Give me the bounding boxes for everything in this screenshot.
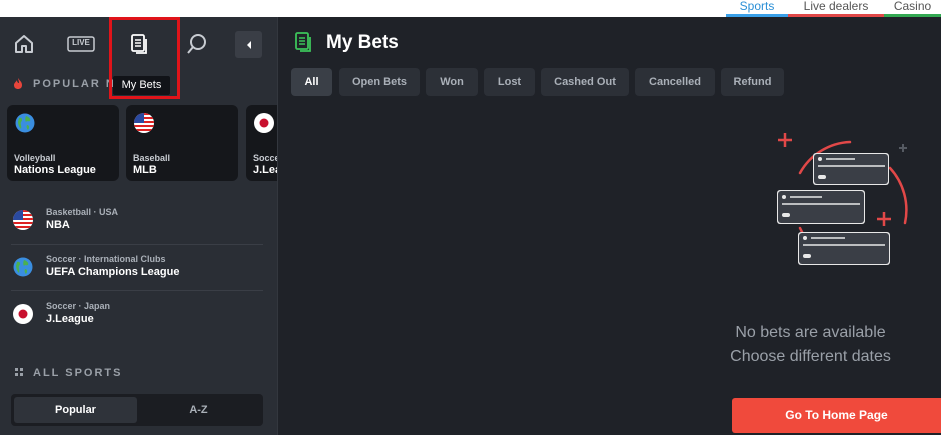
league-name: UEFA Champions League	[46, 266, 180, 278]
league-item-ucl[interactable]: Soccer · International Clubs UEFA Champi…	[11, 247, 263, 293]
card-sport: Soccer	[253, 153, 277, 163]
nav-home[interactable]	[9, 29, 39, 59]
nav-search[interactable]	[182, 29, 212, 59]
sidebar-divider	[277, 17, 278, 435]
filter-lost[interactable]: Lost	[484, 68, 535, 96]
page-title: My Bets	[326, 32, 399, 53]
search-icon	[187, 34, 206, 54]
empty-state-title: No bets are available	[735, 324, 886, 341]
tab-sports[interactable]: Sports	[726, 0, 788, 17]
empty-state-subtitle: Choose different dates	[730, 348, 891, 365]
tab-sports-underline	[726, 14, 788, 17]
popular-card-soccer[interactable]: Soccer J.Lea	[246, 105, 277, 181]
card-sport: Volleyball	[14, 153, 56, 163]
tab-casino-underline	[884, 14, 941, 17]
card-sport: Baseball	[133, 153, 171, 163]
my-bets-title-icon	[295, 32, 311, 52]
grid-icon	[15, 368, 23, 376]
filter-open-bets[interactable]: Open Bets	[339, 68, 420, 96]
sidebar: LIVE POPULAR NO Volleyball Nations Leagu…	[0, 17, 277, 435]
nav-live[interactable]: LIVE	[66, 29, 96, 59]
league-item-nba[interactable]: Basketball · USA NBA	[11, 200, 263, 246]
sort-popular-button[interactable]: Popular	[14, 397, 137, 423]
usa-flag-icon	[13, 210, 33, 230]
go-to-home-button[interactable]: Go To Home Page	[732, 398, 941, 433]
filter-refund[interactable]: Refund	[721, 68, 784, 96]
tab-live-dealers-underline	[788, 14, 884, 17]
league-name: J.League	[46, 313, 94, 325]
popular-card-volleyball[interactable]: Volleyball Nations League	[7, 105, 119, 181]
league-meta: Soccer · International Clubs	[46, 254, 166, 264]
all-sports-label: ALL SPORTS	[33, 367, 123, 379]
globe-icon	[15, 113, 35, 133]
divider	[11, 244, 263, 245]
league-item-jleague[interactable]: Soccer · Japan J.League	[11, 294, 263, 340]
filter-cancelled[interactable]: Cancelled	[635, 68, 715, 96]
card-league: Nations League	[14, 164, 96, 176]
tab-live-dealers[interactable]: Live dealers	[788, 0, 884, 17]
league-name: NBA	[46, 219, 70, 231]
filter-cashed-out[interactable]: Cashed Out	[541, 68, 629, 96]
filter-all[interactable]: All	[291, 68, 332, 96]
usa-flag-icon	[134, 113, 154, 133]
my-bets-tooltip: My Bets	[113, 76, 170, 95]
tab-casino-label: Casino	[893, 0, 932, 13]
card-league: MLB	[133, 164, 157, 176]
tab-casino[interactable]: Casino	[884, 0, 941, 17]
card-league: J.Lea	[253, 164, 277, 176]
globe-icon	[13, 257, 33, 277]
popular-card-baseball[interactable]: Baseball MLB	[126, 105, 238, 181]
empty-state-illustration	[777, 133, 908, 265]
tab-live-dealers-label: Live dealers	[803, 0, 869, 13]
flame-icon	[14, 78, 22, 89]
live-label: LIVE	[72, 38, 90, 47]
chevron-left-icon	[246, 40, 251, 49]
sort-toggle: Popular A-Z	[11, 394, 263, 426]
league-meta: Basketball · USA	[46, 207, 119, 217]
sort-az-button[interactable]: A-Z	[137, 397, 260, 423]
japan-flag-icon	[254, 113, 274, 133]
home-icon	[15, 35, 33, 53]
divider	[11, 290, 263, 291]
league-meta: Soccer · Japan	[46, 301, 111, 311]
filter-won[interactable]: Won	[426, 68, 478, 96]
japan-flag-icon	[13, 304, 33, 324]
tab-sports-label: Sports	[739, 0, 775, 13]
collapse-sidebar-button[interactable]	[235, 31, 262, 58]
